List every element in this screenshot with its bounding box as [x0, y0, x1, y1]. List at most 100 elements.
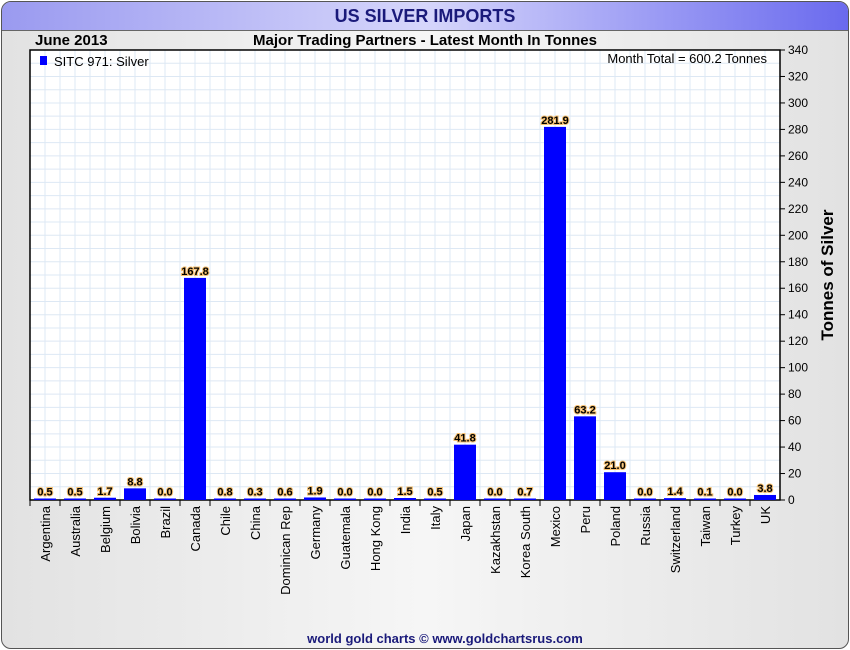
data-label: 0.0: [637, 487, 652, 499]
x-tick-label: Taiwan: [698, 506, 713, 546]
y-tick-label: 280: [788, 122, 808, 136]
bar-turkey: [724, 498, 746, 500]
legend-label: SITC 971: Silver: [54, 54, 149, 69]
month-total-annotation: Month Total = 600.2 Tonnes: [607, 51, 767, 66]
data-label: 1.7: [97, 486, 112, 498]
bar-argentina: [34, 498, 56, 500]
x-tick-label: Kazakhstan: [488, 506, 503, 574]
data-label: 0.7: [517, 487, 532, 499]
data-label: 0.5: [427, 487, 442, 499]
x-tick-label: Argentina: [38, 505, 53, 561]
bar-japan: [454, 444, 476, 500]
x-tick-label: Belgium: [98, 506, 113, 553]
x-tick-label: Chile: [218, 506, 233, 536]
x-tick-label: Poland: [608, 506, 623, 546]
footer-credit: world gold charts © www.goldchartsrus.co…: [306, 631, 583, 646]
y-tick-label: 40: [788, 440, 802, 454]
x-tick-label: Italy: [428, 506, 443, 530]
x-tick-label: Peru: [578, 506, 593, 533]
bar-korea-south: [514, 498, 536, 500]
bar-dominican-rep: [274, 498, 296, 500]
data-label: 1.5: [397, 486, 412, 498]
bar-russia: [634, 498, 656, 500]
x-tick-label: China: [248, 505, 263, 540]
y-tick-label: 100: [788, 361, 808, 375]
bar-taiwan: [694, 498, 716, 500]
data-label: 41.8: [454, 433, 475, 445]
y-tick-label: 180: [788, 255, 808, 269]
x-tick-label: Dominican Rep: [278, 506, 293, 595]
y-axis-label: Tonnes of Silver: [818, 209, 837, 340]
data-label: 0.0: [487, 487, 502, 499]
bar-chart: 0 20 40 60 80 100 120 140 160 180 200 220 240 260 280 3…: [29, 32, 837, 646]
x-tick-label: Germany: [308, 506, 323, 560]
x-tick-label: India: [398, 505, 413, 534]
y-tick-label: 340: [788, 43, 808, 57]
x-tick-label: Mexico: [548, 506, 563, 547]
y-tick-label: 240: [788, 175, 808, 189]
bar-belgium: [94, 497, 116, 500]
bar-uk: [754, 494, 776, 500]
x-tick-label: Bolivia: [128, 505, 143, 544]
data-label: 281.9: [541, 115, 569, 127]
x-tick-label: Guatemala: [338, 505, 353, 569]
y-tick-label: 120: [788, 334, 808, 348]
x-tick-label: Turkey: [728, 506, 743, 546]
data-label: 0.0: [367, 487, 382, 499]
data-label: 0.8: [217, 487, 232, 499]
period-label: June 2013: [35, 32, 108, 49]
y-tick-label: 300: [788, 96, 808, 110]
data-label: 21.0: [604, 460, 625, 472]
bar-canada: [184, 277, 206, 500]
bar-australia: [64, 498, 86, 500]
bar-mexico: [544, 126, 566, 500]
y-tick-label: 200: [788, 228, 808, 242]
x-tick-label: Korea South: [518, 506, 533, 578]
x-tick-label: Russia: [638, 505, 653, 546]
data-label: 1.4: [667, 486, 683, 498]
bar-india: [394, 498, 416, 500]
bar-germany: [304, 497, 326, 500]
y-tick-label: 220: [788, 202, 808, 216]
data-label: 0.6: [277, 487, 292, 499]
x-tick-label: Australia: [68, 505, 83, 556]
bar-guatemala: [334, 498, 356, 500]
data-label: 0.0: [337, 487, 352, 499]
bar-kazakhstan: [484, 498, 506, 500]
x-tick-label: Canada: [188, 505, 203, 551]
x-tick-label: UK: [758, 506, 773, 524]
data-label: 3.8: [757, 483, 772, 495]
x-tick-label: Hong Kong: [368, 506, 383, 571]
y-tick-label: 260: [788, 149, 808, 163]
bar-chile: [214, 498, 236, 500]
chart-title: Major Trading Partners - Latest Month In…: [253, 32, 597, 49]
bar-hong-kong: [364, 498, 386, 500]
bar-italy: [424, 498, 446, 500]
data-label: 1.9: [307, 485, 322, 497]
data-label: 0.5: [37, 487, 52, 499]
data-label: 0.3: [247, 487, 262, 499]
y-tick-label: 60: [788, 414, 802, 428]
y-tick-label: 0: [788, 493, 795, 507]
x-tick-label: Brazil: [158, 506, 173, 539]
x-tick-label: Japan: [458, 506, 473, 541]
data-label: 167.8: [181, 266, 209, 278]
bar-bolivia: [124, 488, 146, 500]
y-tick-label: 160: [788, 281, 808, 295]
y-tick-label: 320: [788, 69, 808, 83]
data-label: 0.1: [697, 487, 712, 499]
data-label: 0.5: [67, 487, 82, 499]
y-tick-label: 20: [788, 467, 802, 481]
bar-poland: [604, 472, 626, 500]
x-tick-label: Switzerland: [668, 506, 683, 573]
y-tick-label: 140: [788, 308, 808, 322]
data-label: 0.0: [157, 487, 172, 499]
data-label: 0.0: [727, 487, 742, 499]
bar-china: [244, 498, 266, 500]
legend-swatch: [40, 56, 47, 65]
bar-switzerland: [664, 498, 686, 500]
data-label: 8.8: [127, 476, 142, 488]
data-label: 63.2: [574, 404, 595, 416]
bar-brazil: [154, 498, 176, 500]
bar-peru: [574, 416, 596, 500]
